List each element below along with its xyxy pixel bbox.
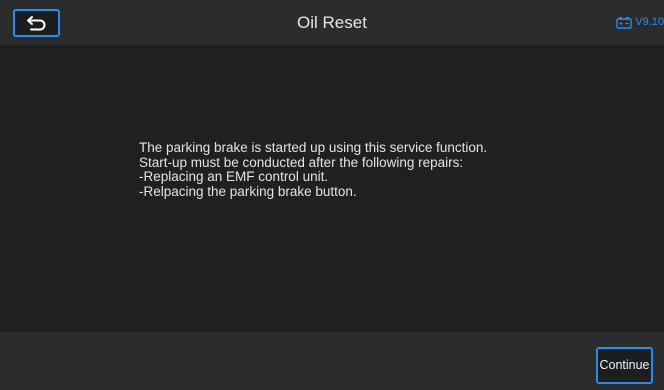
version-indicator: V9.10: [616, 15, 664, 29]
back-arrow-icon: [26, 14, 48, 32]
message-line: -Replacing an EMF control unit.: [139, 169, 329, 184]
message-line: The parking brake is started up using th…: [139, 140, 488, 155]
header-bar: Oil Reset V9.10: [0, 0, 664, 45]
battery-icon: [616, 16, 632, 29]
service-message: The parking brake is started up using th…: [139, 140, 619, 199]
main-content: The parking brake is started up using th…: [0, 45, 664, 332]
page-title: Oil Reset: [297, 13, 367, 32]
oil-reset-screen: Oil Reset V9.10 The parking brake is sta…: [0, 0, 664, 390]
continue-button[interactable]: Continue: [596, 347, 653, 384]
back-button[interactable]: [13, 9, 60, 37]
footer-bar: [0, 332, 664, 390]
message-line: Start-up must be conducted after the fol…: [139, 154, 464, 170]
message-line: -Relpacing the parking brake button.: [139, 183, 357, 199]
version-label: V9.10: [635, 16, 664, 28]
